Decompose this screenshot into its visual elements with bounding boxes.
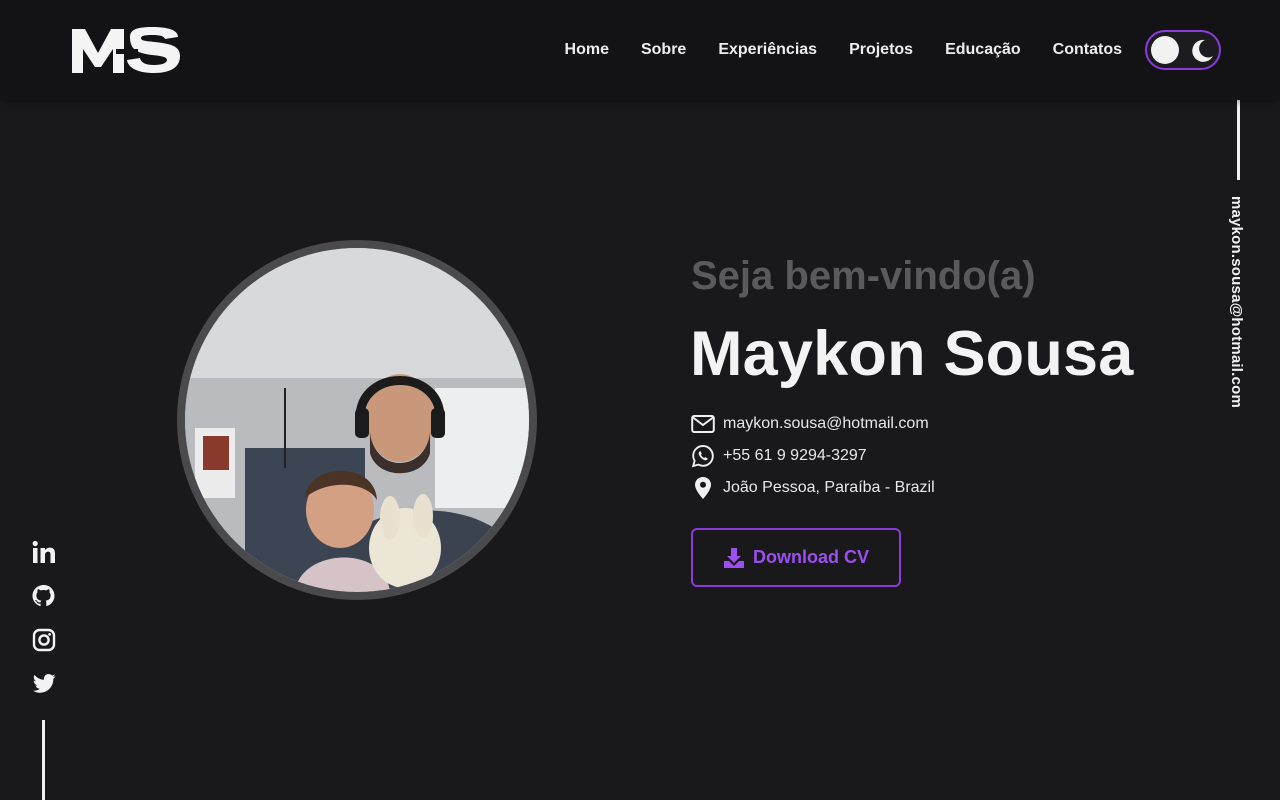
contact-phone-row: +55 61 9 9294-3297 (691, 440, 935, 472)
toggle-knob-icon (1151, 36, 1179, 64)
whatsapp-icon (691, 444, 715, 468)
site-header: Home Sobre Experiências Projetos Educaçã… (0, 0, 1280, 100)
profile-photo (177, 240, 537, 600)
contact-email-row: maykon.sousa@hotmail.com (691, 408, 935, 440)
right-divider-line (1237, 100, 1240, 180)
nav-projetos[interactable]: Projetos (849, 38, 913, 62)
moon-icon (1192, 39, 1213, 62)
instagram-icon[interactable] (30, 628, 58, 652)
download-cv-label: Download CV (753, 547, 869, 567)
contact-phone-text[interactable]: +55 61 9 9294-3297 (723, 447, 867, 465)
download-icon (724, 547, 744, 568)
envelope-icon (691, 412, 715, 436)
github-icon[interactable] (30, 584, 58, 608)
download-cv-button[interactable]: Download CV (691, 528, 901, 587)
nav-home[interactable]: Home (565, 38, 609, 62)
main-nav: Home Sobre Experiências Projetos Educaçã… (565, 38, 1122, 62)
left-divider-line (42, 720, 45, 800)
social-links (30, 540, 58, 696)
linkedin-icon[interactable] (30, 540, 58, 564)
profile-name: Maykon Sousa (690, 319, 1134, 389)
nav-contatos[interactable]: Contatos (1053, 38, 1122, 62)
ms-logo[interactable] (72, 27, 180, 73)
profile-photo-image (185, 248, 529, 592)
location-pin-icon (691, 476, 715, 500)
contact-info: maykon.sousa@hotmail.com +55 61 9 9294-3… (691, 408, 935, 504)
contact-location-text: João Pessoa, Paraíba - Brazil (723, 479, 935, 496)
theme-toggle[interactable] (1145, 30, 1221, 70)
welcome-heading: Seja bem-vindo(a) (691, 254, 1036, 298)
vertical-email-link[interactable]: maykon.sousa@hotmail.com (1228, 196, 1245, 408)
nav-experiencias[interactable]: Experiências (718, 38, 817, 62)
contact-location-row: João Pessoa, Paraíba - Brazil (691, 472, 935, 504)
photo-illustration (185, 248, 529, 592)
nav-sobre[interactable]: Sobre (641, 38, 686, 62)
twitter-icon[interactable] (30, 672, 58, 696)
nav-educacao[interactable]: Educação (945, 38, 1021, 62)
contact-email-text[interactable]: maykon.sousa@hotmail.com (723, 415, 929, 433)
